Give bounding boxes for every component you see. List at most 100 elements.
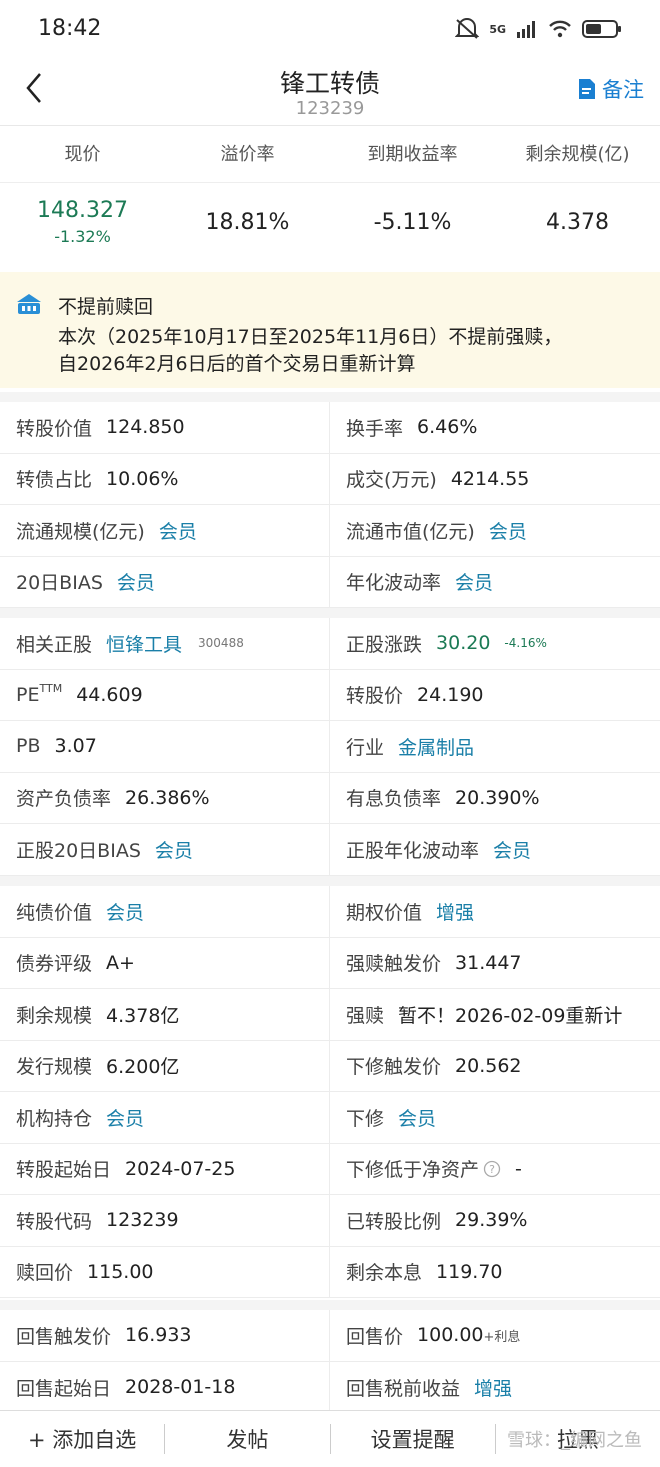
redeem-trigger-cell: 强赎触发价 31.447 — [330, 938, 660, 989]
member-link[interactable]: 会员 — [155, 836, 193, 863]
status-icons: 5G — [455, 18, 622, 40]
reset-cell: 下修 会员 — [330, 1092, 660, 1143]
debt-ratio-cell: 资产负债率 26.386% — [0, 772, 330, 823]
table-row: 转债占比 10.06% 成交(万元) 4214.55 — [0, 453, 660, 505]
add-watchlist-button[interactable]: + 添加自选 — [0, 1424, 164, 1454]
institution-holding-cell: 机构持仓 会员 — [0, 1092, 330, 1143]
stock-price: 30.20 — [436, 632, 491, 655]
note-button[interactable]: 备注 — [578, 74, 644, 104]
float-mktcap-cell: 流通市值(亿元) 会员 — [330, 505, 660, 556]
cell-label: 下修触发价 — [346, 1056, 442, 1079]
set-alert-button[interactable]: 设置提醒 — [329, 1424, 495, 1454]
cell-label: 换手率 — [346, 417, 404, 440]
member-link[interactable]: 会员 — [106, 1104, 144, 1131]
wifi-icon — [549, 20, 571, 38]
battery-icon — [582, 20, 621, 38]
post-button[interactable]: 发帖 — [164, 1424, 329, 1454]
member-link[interactable]: 会员 — [159, 517, 197, 544]
notice-banner[interactable]: 不提前赎回 本次（2025年10月17日至2025年11月6日）不提前强赎， 自… — [0, 272, 660, 388]
cell-label: 剩余规模 — [16, 1004, 93, 1027]
notice-title: 不提前赎回 — [58, 296, 154, 318]
enhanced-link[interactable]: 增强 — [436, 898, 474, 925]
remaining-principal-cell: 剩余本息 119.70 — [330, 1247, 660, 1298]
putback-trigger-cell: 回售触发价 16.933 — [0, 1310, 330, 1361]
cell-value: 100.00 — [417, 1324, 484, 1347]
stock-change: -4.16% — [504, 636, 547, 651]
remaining-size-cell: 剩余规模 4.378亿 — [0, 989, 330, 1040]
cell-value: 2028-01-18 — [125, 1376, 236, 1399]
cell-label: 转债占比 — [16, 469, 93, 492]
interest-suffix: +利息 — [483, 1329, 521, 1345]
table-row: 回售起始日 2028-01-18 回售税前收益 增强 — [0, 1361, 660, 1413]
price-cell: 148.327 -1.32% — [0, 184, 165, 262]
member-link[interactable]: 会员 — [489, 517, 527, 544]
header-premium: 溢价率 — [220, 144, 275, 165]
cell-value: 124.850 — [106, 416, 185, 439]
cell-label: 正股20日BIAS — [16, 839, 141, 862]
cell-label: 正股年化波动率 — [346, 839, 480, 862]
cell-label: 行业 — [346, 736, 385, 759]
remaining-value: 4.378 — [546, 210, 609, 235]
cell-value: 29.39% — [455, 1209, 528, 1232]
cell-value: 4214.55 — [450, 467, 530, 490]
table-row: 机构持仓 会员 下修 会员 — [0, 1092, 660, 1144]
cell-label: 剩余本息 — [346, 1262, 423, 1285]
cell-value: 2024-07-25 — [125, 1157, 236, 1180]
stock-link[interactable]: 恒锋工具 — [106, 630, 182, 657]
cell-value: 6.200亿 — [106, 1056, 180, 1079]
cell-value: 10.06% — [106, 467, 179, 490]
member-link[interactable]: 会员 — [455, 568, 493, 595]
cell-value: 31.447 — [455, 951, 522, 974]
cell-label: 回售起始日 — [16, 1377, 112, 1400]
cell-label: 转股价 — [346, 685, 404, 708]
cell-value: 115.00 — [87, 1260, 154, 1283]
member-link[interactable]: 会员 — [398, 1104, 436, 1131]
table-row: 赎回价 115.00 剩余本息 119.70 — [0, 1246, 660, 1298]
conversion-code-cell: 转股代码 123239 — [0, 1195, 330, 1246]
conversion-start-cell: 转股起始日 2024-07-25 — [0, 1143, 330, 1194]
putback-start-cell: 回售起始日 2028-01-18 — [0, 1361, 330, 1413]
member-link[interactable]: 会员 — [106, 898, 144, 925]
current-price: 148.327 — [37, 198, 128, 223]
status-bar: 18:42 5G — [0, 0, 660, 60]
cell-label: 转股价值 — [16, 417, 93, 440]
note-icon — [579, 79, 595, 99]
network-type: 5G — [489, 22, 506, 36]
putback-price-cell: 回售价 100.00 +利息 — [330, 1310, 660, 1361]
enhanced-link[interactable]: 增强 — [474, 1374, 512, 1401]
cell-label: 回售税前收益 — [346, 1377, 461, 1400]
member-link[interactable]: 会员 — [117, 568, 155, 595]
top-nav-bar: 锋工转债 123239 备注 — [0, 60, 660, 126]
cell-label: 期权价值 — [346, 901, 423, 924]
cell-value: 119.70 — [436, 1260, 503, 1283]
bias-cell: 20日BIAS 会员 — [0, 556, 330, 607]
cell-label: 回售触发价 — [16, 1325, 112, 1348]
cell-value: A+ — [106, 951, 135, 974]
bond-terms-section: 纯债价值 会员 期权价值 增强 债券评级 A+ 强赎触发价 31.447 剩余规模 4.3… — [0, 886, 660, 1298]
section-gap — [0, 876, 660, 886]
related-stock-cell: 相关正股 恒锋工具 300488 — [0, 618, 330, 669]
cell-value: 暂不！2026-02-09重新计 — [398, 1004, 623, 1027]
redeem-price-cell: 赎回价 115.00 — [0, 1246, 330, 1297]
cell-label: 已转股比例 — [346, 1210, 442, 1233]
help-icon[interactable]: ? — [483, 1160, 501, 1178]
quote-value-row: 148.327 -1.32% 18.81% -5.11% 4.378 — [0, 184, 660, 262]
volume-cell: 成交(万元) 4214.55 — [330, 454, 660, 505]
cell-label: 有息负债率 — [346, 788, 442, 811]
signal-icon — [517, 21, 535, 38]
member-link[interactable]: 会员 — [493, 836, 531, 863]
converted-ratio-cell: 已转股比例 29.39% — [330, 1195, 660, 1246]
table-row: 相关正股 恒锋工具 300488 正股涨跌 30.20 -4.16% — [0, 618, 660, 670]
cell-label: 年化波动率 — [346, 572, 442, 595]
cell-label: 转股起始日 — [16, 1159, 112, 1182]
bond-ratio-cell: 转债占比 10.06% — [0, 453, 330, 504]
industry-link[interactable]: 金属制品 — [398, 733, 474, 760]
cell-label: PB — [16, 735, 41, 758]
notice-line-1: 本次（2025年10月17日至2025年11月6日）不提前强赎， — [58, 326, 563, 348]
cell-label: 20日BIAS — [16, 572, 103, 595]
table-row: 转股价值 124.850 换手率 6.46% — [0, 402, 660, 454]
putback-section: 回售触发价 16.933 回售价 100.00 +利息 回售起始日 2028-01-18… — [0, 1310, 660, 1413]
page-title: 锋工转债 — [279, 69, 380, 98]
header-price: 现价 — [64, 144, 101, 165]
table-row: 债券评级 A+ 强赎触发价 31.447 — [0, 937, 660, 989]
